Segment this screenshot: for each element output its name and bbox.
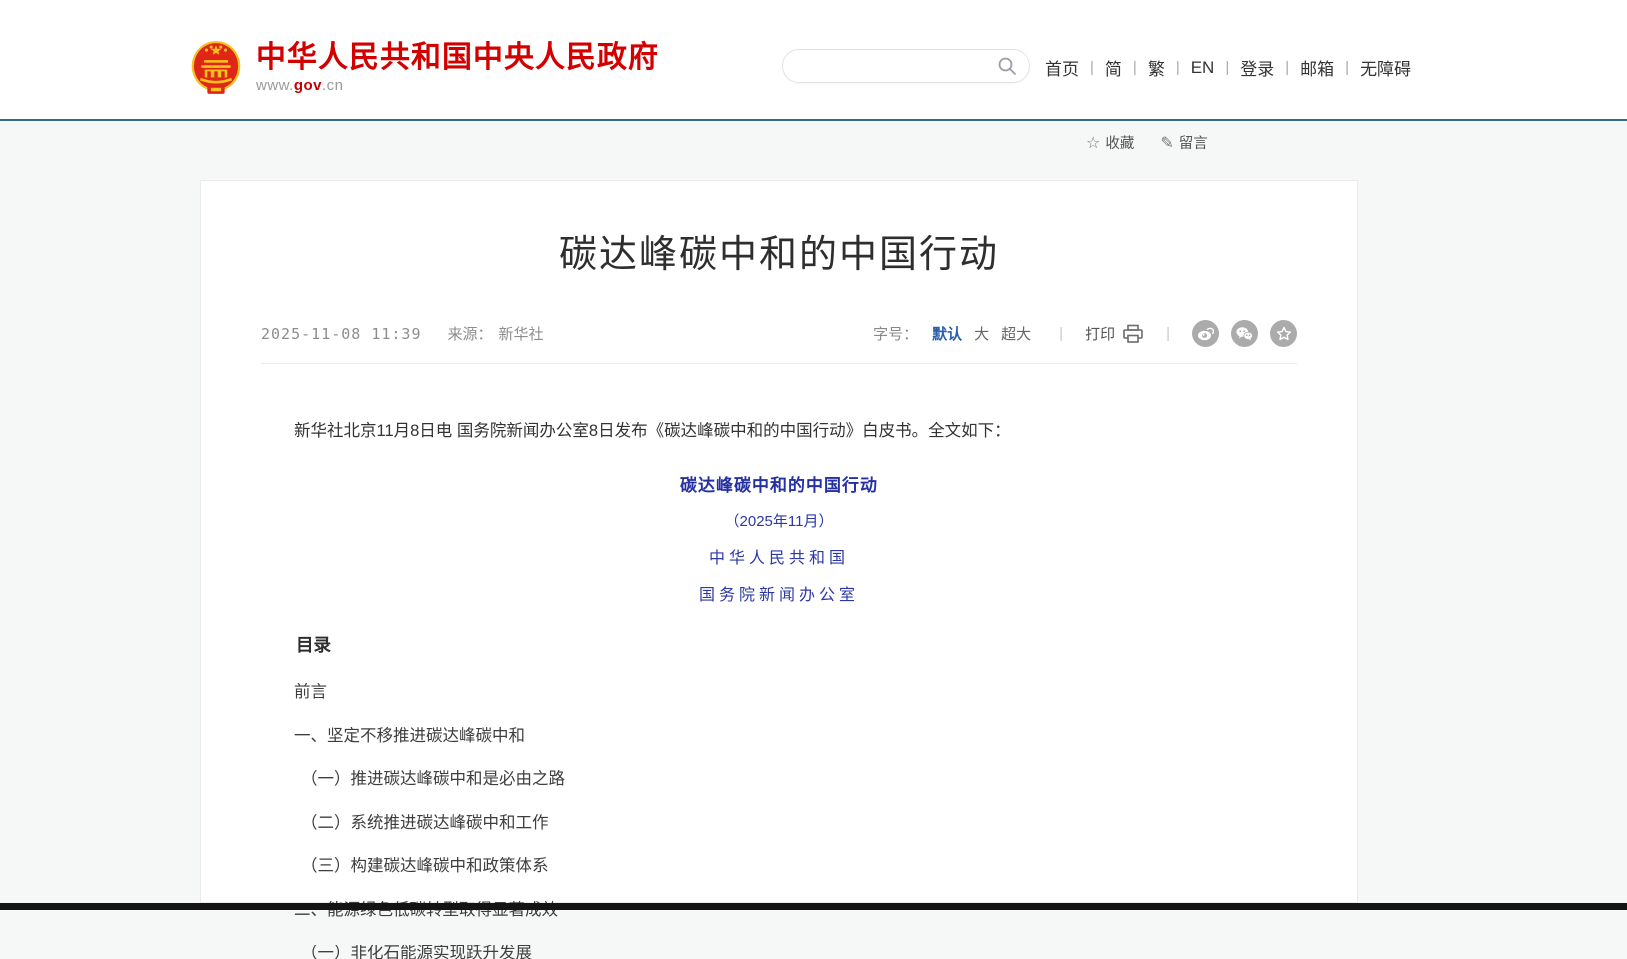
print-label: 打印 <box>1085 323 1115 344</box>
source-name: 新华社 <box>499 323 544 344</box>
source-label: 来源： <box>448 323 493 344</box>
nav-separator: | <box>1285 59 1289 76</box>
article-toolbar: ☆ 收藏 ✎ 留言 <box>1086 132 1208 153</box>
nav-mail[interactable]: 邮箱 <box>1300 55 1334 80</box>
article-meta: 2025-11-08 11:39 来源： 新华社 字号： 默认 大 超大 | 打… <box>261 320 1297 364</box>
site-title[interactable]: 中华人民共和国中央人民政府 <box>256 41 659 74</box>
font-size-label: 字号： <box>873 323 918 344</box>
document-org-line1: 中华人民共和国 <box>201 544 1357 568</box>
printer-icon <box>1122 324 1144 344</box>
nav-separator: | <box>1090 59 1094 76</box>
article-title: 碳达峰碳中和的中国行动 <box>201 223 1357 278</box>
star-icon: ☆ <box>1086 133 1100 153</box>
message-label: 留言 <box>1179 132 1208 153</box>
meta-left: 2025-11-08 11:39 来源： 新华社 <box>261 323 544 344</box>
star-share-icon[interactable] <box>1270 320 1297 347</box>
site-url[interactable]: www.gov.cn <box>256 77 659 94</box>
nav-english[interactable]: EN <box>1191 58 1215 78</box>
nav-separator: | <box>1225 59 1229 76</box>
url-suffix: .cn <box>322 77 344 94</box>
message-button[interactable]: ✎ 留言 <box>1160 132 1207 153</box>
publish-date: 2025-11-08 11:39 <box>261 325 422 343</box>
article-card: 碳达峰碳中和的中国行动 2025-11-08 11:39 来源： 新华社 字号：… <box>200 180 1358 903</box>
nav-separator: | <box>1345 59 1349 76</box>
meta-right: 字号： 默认 大 超大 | 打印 | <box>873 320 1297 347</box>
search-icon[interactable] <box>997 56 1017 76</box>
favorite-label: 收藏 <box>1105 132 1134 153</box>
toc-item-1-3: （三）构建碳达峰碳中和政策体系 <box>261 858 1297 875</box>
national-emblem-icon <box>190 38 242 96</box>
font-size-large[interactable]: 大 <box>974 323 989 344</box>
meta-separator: | <box>1166 325 1170 342</box>
font-size-default[interactable]: 默认 <box>932 323 962 344</box>
toc-item-1-2: （二）系统推进碳达峰碳中和工作 <box>261 815 1297 832</box>
toc-item-2-1: （一）非化石能源实现跃升发展 <box>261 945 1297 959</box>
url-prefix: www. <box>256 77 294 94</box>
nav-separator: | <box>1176 59 1180 76</box>
pencil-icon: ✎ <box>1160 133 1173 153</box>
lead-paragraph: 新华社北京11月8日电 国务院新闻办公室8日发布《碳达峰碳中和的中国行动》白皮书… <box>261 418 1297 444</box>
weibo-share-icon[interactable] <box>1192 320 1219 347</box>
nav-separator: | <box>1133 59 1137 76</box>
nav-traditional[interactable]: 繁 <box>1148 55 1165 80</box>
toc-item-1: 一、坚定不移推进碳达峰碳中和 <box>261 728 1297 745</box>
meta-separator: | <box>1059 325 1063 342</box>
wechat-share-icon[interactable] <box>1231 320 1258 347</box>
nav-login[interactable]: 登录 <box>1240 55 1274 80</box>
toc-item-1-1: （一）推进碳达峰碳中和是必由之路 <box>261 771 1297 788</box>
site-logo[interactable]: 中华人民共和国中央人民政府 www.gov.cn <box>190 38 659 96</box>
document-title: 碳达峰碳中和的中国行动 <box>201 471 1357 496</box>
toc-item-preface: 前言 <box>261 684 1297 701</box>
bottom-window-edge <box>0 903 1627 910</box>
site-header: 中华人民共和国中央人民政府 www.gov.cn 首页 | 简 | 繁 | EN | 登… <box>0 0 1627 121</box>
font-size-xlarge[interactable]: 超大 <box>1001 323 1031 344</box>
nav-simplified[interactable]: 简 <box>1105 55 1122 80</box>
search-box[interactable] <box>782 49 1030 83</box>
nav-accessibility[interactable]: 无障碍 <box>1360 55 1411 80</box>
url-gov: gov <box>294 77 322 94</box>
share-icons <box>1192 320 1297 347</box>
nav-home[interactable]: 首页 <box>1045 55 1079 80</box>
top-nav: 首页 | 简 | 繁 | EN | 登录 | 邮箱 | 无障碍 <box>1045 55 1411 80</box>
search-input[interactable] <box>799 52 999 80</box>
toc-title: 目录 <box>261 632 1297 657</box>
document-org-line2: 国务院新闻办公室 <box>201 581 1357 605</box>
document-date: （2025年11月） <box>201 510 1357 531</box>
print-button[interactable]: 打印 <box>1085 323 1144 344</box>
favorite-button[interactable]: ☆ 收藏 <box>1086 132 1134 153</box>
